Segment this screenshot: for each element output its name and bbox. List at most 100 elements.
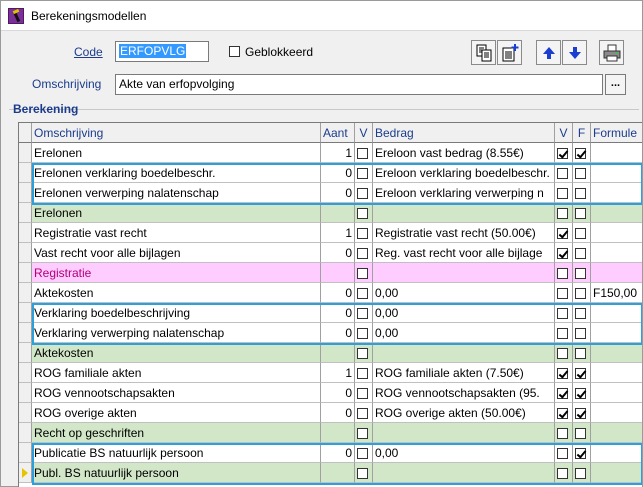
table-row[interactable]: Recht op geschriften [19,423,642,443]
table-row[interactable]: ROG vennootschapsakten 0 ROG vennootschaps… [19,383,642,403]
cell-aant[interactable]: 1 [321,143,355,163]
cell-aant[interactable]: 0 [321,183,355,203]
table-row[interactable]: Registratie [19,263,642,283]
cell-bedrag[interactable] [373,203,555,223]
cell-f[interactable] [573,163,591,183]
checkbox-v2[interactable] [557,288,568,300]
cell-formule[interactable] [591,343,642,363]
checkbox-v2[interactable] [557,268,568,280]
column-header-v2[interactable]: V [555,123,573,143]
cell-v2[interactable] [555,363,573,383]
cell-v2[interactable] [555,343,573,363]
cell-bedrag[interactable]: ROG familiale akten (7.50€) [373,363,555,383]
checkbox-v[interactable] [357,228,368,240]
checkbox-v2[interactable] [557,348,568,360]
cell-aant[interactable] [321,343,355,363]
checkbox-v[interactable] [357,268,368,280]
checkbox-f[interactable] [575,188,586,200]
checkbox-v2[interactable] [557,408,568,420]
row-indicator[interactable] [19,203,32,223]
table-row[interactable]: ROG familiale akten 1 ROG familiale akten … [19,363,642,383]
checkbox-v2[interactable] [557,468,568,480]
cell-v2[interactable] [555,183,573,203]
cell-formule[interactable] [591,243,642,263]
new-record-button[interactable] [497,40,522,65]
checkbox-v2[interactable] [557,428,568,440]
row-indicator[interactable] [19,163,32,183]
checkbox-v2[interactable] [557,388,568,400]
cell-omschrijving[interactable]: Erelonen verwerping nalatenschap [32,183,321,203]
cell-f[interactable] [573,423,591,443]
table-row[interactable]: Erelonen 1 Ereloon vast bedrag (8.55€) [19,143,642,163]
table-row[interactable]: Aktekosten [19,343,642,363]
cell-bedrag[interactable]: Ereloon vast bedrag (8.55€) [373,143,555,163]
checkbox-v[interactable] [357,368,368,380]
checkbox-v[interactable] [357,388,368,400]
column-header-bedrag[interactable]: Bedrag [373,123,555,143]
cell-v2[interactable] [555,403,573,423]
checkbox-v[interactable] [357,448,368,460]
cell-v2[interactable] [555,283,573,303]
row-indicator[interactable] [19,283,32,303]
table-row[interactable]: Verklaring verwerping nalatenschap 0 0,00 [19,323,642,343]
row-indicator[interactable] [19,463,32,483]
cell-omschrijving[interactable]: ROG overige akten [32,403,321,423]
cell-v2[interactable] [555,323,573,343]
cell-v[interactable] [355,183,373,203]
row-indicator[interactable] [19,403,32,423]
table-row[interactable]: Aktekosten 0 0,00 F150,00 [19,283,642,303]
column-header-omschrijving[interactable]: Omschrijving [32,123,321,143]
cell-aant[interactable] [321,423,355,443]
cell-omschrijving[interactable]: Registratie [32,263,321,283]
cell-f[interactable] [573,223,591,243]
table-row[interactable]: Publicatie BS natuurlijk persoon 0 0,00 [19,443,642,463]
cell-aant[interactable] [321,203,355,223]
cell-v[interactable] [355,383,373,403]
checkbox-v[interactable] [357,208,368,220]
cell-f[interactable] [573,343,591,363]
checkbox-v[interactable] [357,468,368,480]
checkbox-f[interactable] [575,388,586,400]
cell-formule[interactable] [591,203,642,223]
checkbox-f[interactable] [575,268,586,280]
cell-f[interactable] [573,303,591,323]
row-indicator[interactable] [19,443,32,463]
cell-f[interactable] [573,463,591,483]
cell-aant[interactable]: 0 [321,443,355,463]
checkbox-f[interactable] [575,428,586,440]
cell-formule[interactable] [591,443,642,463]
omschrijving-field[interactable]: Akte van erfopvolging [115,74,603,95]
checkbox-v[interactable] [357,348,368,360]
cell-f[interactable] [573,183,591,203]
cell-bedrag[interactable] [373,343,555,363]
cell-bedrag[interactable]: 0,00 [373,443,555,463]
berekening-table[interactable]: Omschrijving Aant V Bedrag V F Formule E… [18,122,642,487]
cell-bedrag[interactable]: Ereloon verklaring verwerping n [373,183,555,203]
row-indicator[interactable] [19,323,32,343]
cell-bedrag[interactable]: Registratie vast recht (50.00€) [373,223,555,243]
cell-bedrag[interactable] [373,463,555,483]
checkbox-f[interactable] [575,148,586,160]
table-row[interactable]: Verklaring boedelbeschrijving 0 0,00 [19,303,642,323]
cell-omschrijving[interactable]: Erelonen verklaring boedelbeschr. [32,163,321,183]
move-up-button[interactable] [536,40,561,65]
checkbox-f[interactable] [575,228,586,240]
cell-v[interactable] [355,403,373,423]
cell-omschrijving[interactable]: Verklaring verwerping nalatenschap [32,323,321,343]
cell-formule[interactable] [591,303,642,323]
cell-bedrag[interactable]: Reg. vast recht voor alle bijlage [373,243,555,263]
cell-aant[interactable]: 0 [321,283,355,303]
checkbox-v[interactable] [357,428,368,440]
cell-v[interactable] [355,143,373,163]
cell-omschrijving[interactable]: Publ. BS natuurlijk persoon [32,463,321,483]
checkbox-f[interactable] [575,368,586,380]
cell-v[interactable] [355,263,373,283]
row-indicator[interactable] [19,143,32,163]
cell-formule[interactable] [591,263,642,283]
cell-bedrag[interactable]: ROG vennootschapsakten (95. [373,383,555,403]
checkbox-f[interactable] [575,348,586,360]
cell-v[interactable] [355,363,373,383]
checkbox-f[interactable] [575,288,586,300]
checkbox-v2[interactable] [557,208,568,220]
cell-v[interactable] [355,223,373,243]
